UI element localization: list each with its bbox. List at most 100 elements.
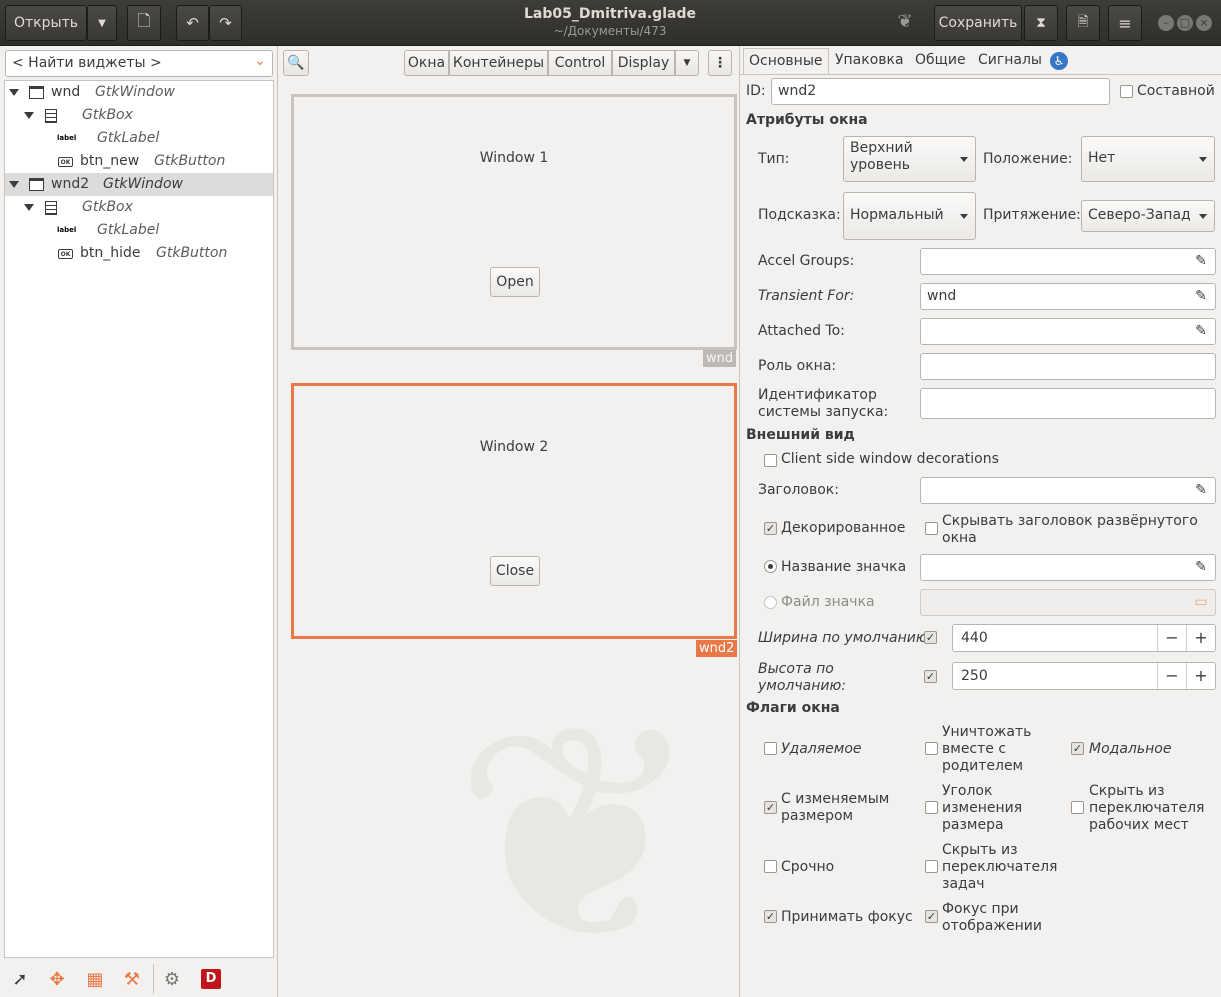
destroy-with-parent-checkbox[interactable] (925, 742, 938, 755)
window2-label: Window 2 (479, 439, 549, 455)
new-project-button[interactable]: 🗋 (127, 5, 161, 41)
design-window-wnd2[interactable]: Window 2 Close (291, 383, 737, 639)
tree-row-wnd2[interactable]: wnd2 GtkWindow (5, 173, 273, 196)
id-field[interactable]: wnd2 (771, 78, 1110, 105)
preview-button[interactable]: ⧗ (1024, 5, 1058, 41)
undo-button[interactable]: ↶ (176, 5, 209, 41)
palette-control-button[interactable]: Control (548, 50, 612, 76)
default-width-checkbox[interactable]: ✓ (924, 631, 937, 644)
tree-row-box[interactable]: GtkBox (5, 196, 273, 219)
palette-display-button[interactable]: Display (612, 50, 675, 76)
margin-edit-icon[interactable]: ▦ (84, 968, 106, 990)
close-button-preview[interactable]: Close (490, 556, 540, 586)
hide-titlebar-checkbox[interactable] (925, 522, 938, 535)
align-edit-icon[interactable]: ⚒ (121, 968, 143, 990)
maximize-icon[interactable]: □ (1177, 15, 1193, 31)
pencil-icon[interactable]: ✎ (1193, 559, 1209, 575)
minus-icon[interactable]: − (1157, 625, 1186, 651)
pencil-icon[interactable]: ✎ (1193, 253, 1209, 269)
pencil-icon[interactable]: ✎ (1193, 323, 1209, 339)
expander-icon[interactable] (24, 112, 34, 119)
tree-row-box[interactable]: GtkBox (5, 104, 273, 127)
urgent-label: Срочно (781, 859, 835, 875)
menu-button[interactable]: ≡ (1108, 5, 1142, 41)
urgent-checkbox[interactable] (764, 860, 777, 873)
position-combo[interactable]: Нет (1081, 136, 1215, 182)
tree-row-label[interactable]: label GtkLabel (5, 219, 273, 242)
deletable-checkbox[interactable] (764, 742, 777, 755)
palette-containers-button[interactable]: Контейнеры (449, 50, 548, 76)
resize-grip-checkbox[interactable] (925, 801, 938, 814)
skip-pager-checkbox[interactable] (1071, 801, 1084, 814)
palette-menu-button[interactable]: ⋮ (708, 50, 732, 76)
accel-groups-field[interactable]: ✎ (920, 248, 1216, 275)
tree-row-btn-new[interactable]: OK btn_new GtkButton (5, 150, 273, 173)
save-as-button[interactable]: 🗎 (1066, 5, 1100, 41)
minimize-icon[interactable]: – (1158, 15, 1174, 31)
tree-item-class: GtkButton (156, 245, 228, 261)
pointer-icon[interactable]: ➚ (9, 968, 31, 990)
tree-row-wnd[interactable]: wnd GtkWindow (5, 81, 273, 104)
save-button[interactable]: Сохранить (934, 5, 1022, 41)
gears-icon[interactable]: ⚙ (161, 968, 183, 990)
hourglass-icon: ⧗ (1036, 15, 1046, 31)
plus-icon[interactable]: + (1186, 663, 1215, 689)
expander-icon[interactable] (24, 204, 34, 211)
modal-checkbox[interactable]: ✓ (1071, 742, 1084, 755)
accessibility-icon[interactable]: ♿ (1050, 52, 1068, 70)
default-height-spin[interactable]: 250 − + (952, 662, 1216, 690)
search-widgets-button[interactable]: 🔍 (283, 50, 309, 76)
search-icon: 🔍 (287, 55, 305, 71)
resizable-checkbox[interactable]: ✓ (764, 801, 777, 814)
tab-packing[interactable]: Упаковка (830, 48, 909, 74)
tree-row-label[interactable]: label GtkLabel (5, 127, 273, 150)
expander-icon[interactable] (9, 181, 19, 188)
open-button[interactable]: Открыть (5, 5, 87, 41)
gravity-combo[interactable]: Северо-Запад (1081, 200, 1215, 232)
role-field[interactable] (920, 353, 1216, 380)
icon-name-radio[interactable] (764, 560, 777, 573)
palette-more-button[interactable]: ▼ (675, 50, 699, 76)
tab-common[interactable]: Общие (910, 48, 971, 74)
pencil-icon[interactable]: ✎ (1193, 482, 1209, 498)
decorated-checkbox[interactable]: ✓ (764, 522, 777, 535)
focus-on-map-checkbox[interactable]: ✓ (925, 910, 938, 923)
close-icon[interactable]: × (1196, 15, 1212, 31)
redo-button[interactable]: ↷ (209, 5, 242, 41)
tab-signals[interactable]: Сигналы (973, 48, 1047, 74)
design-window-wnd[interactable]: Window 1 Open (291, 94, 737, 350)
default-height-label: Высота по умолчанию: (758, 661, 846, 694)
tree-item-class: GtkLabel (97, 222, 160, 238)
design-pane: 🔍 Окна Контейнеры Control Display ▼ ⋮ ❦ … (278, 46, 740, 997)
hint-combo[interactable]: Нормальный (843, 192, 976, 240)
move-icon[interactable]: ✥ (46, 968, 68, 990)
open-button-preview[interactable]: Open (490, 267, 540, 297)
focus-on-map-label: Фокус при отображении (942, 901, 1042, 934)
chevron-down-icon: ▼ (98, 17, 106, 29)
expander-icon[interactable] (9, 89, 19, 96)
icon-file-label: Файл значка (781, 594, 875, 610)
type-combo[interactable]: Верхний уровень (843, 136, 976, 182)
widget-search-combo[interactable]: < Найти виджеты > ⌄ (5, 50, 273, 77)
transient-for-field[interactable]: wnd ✎ (920, 283, 1216, 310)
palette-windows-button[interactable]: Окна (404, 50, 449, 76)
composite-checkbox[interactable] (1120, 85, 1133, 98)
csd-checkbox[interactable] (764, 454, 777, 467)
default-width-spin[interactable]: 440 − + (952, 624, 1216, 652)
properties-pane: Основные Упаковка Общие Сигналы ♿ ID: wn… (740, 46, 1221, 997)
pencil-icon[interactable]: ✎ (1193, 288, 1209, 304)
tree-row-btn-hide[interactable]: OK btn_hide GtkButton (5, 242, 273, 265)
skip-taskbar-checkbox[interactable] (925, 860, 938, 873)
minus-icon[interactable]: − (1157, 663, 1186, 689)
icon-file-radio[interactable] (764, 596, 777, 609)
devhelp-icon[interactable]: D (200, 968, 222, 990)
plus-icon[interactable]: + (1186, 625, 1215, 651)
open-menu-button[interactable]: ▼ (87, 5, 117, 41)
default-height-checkbox[interactable]: ✓ (924, 670, 937, 683)
attached-to-field[interactable]: ✎ (920, 318, 1216, 345)
title-field[interactable]: ✎ (920, 477, 1216, 504)
tab-general[interactable]: Основные (743, 48, 829, 74)
accept-focus-checkbox[interactable]: ✓ (764, 910, 777, 923)
startup-id-field[interactable] (920, 388, 1216, 419)
icon-name-field[interactable]: ✎ (920, 554, 1216, 581)
